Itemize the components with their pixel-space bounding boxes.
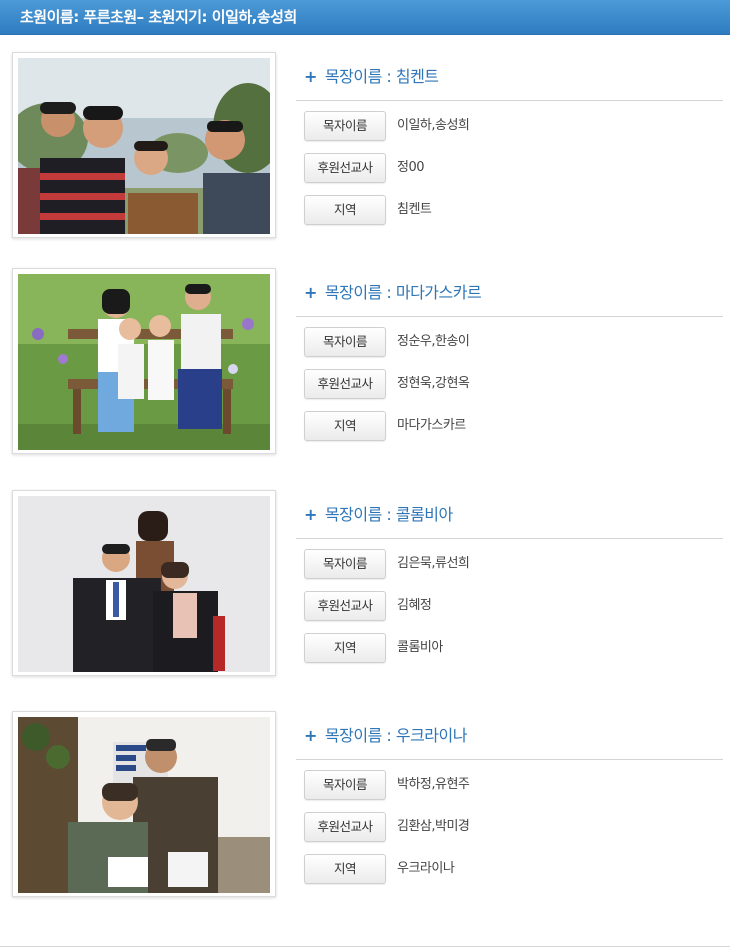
family-photo-icon — [18, 274, 270, 450]
cell-photo[interactable] — [12, 711, 276, 897]
missionary-tag: 후원선교사 — [304, 153, 386, 183]
region-value: 마다가스카르 — [397, 418, 466, 433]
plus-icon: + — [304, 726, 317, 745]
cell-info: + 목장이름 : 마다가스카르 목자이름 정순우,한송이 후원선교사 정현욱,강현… — [296, 268, 723, 441]
family-photo-icon — [18, 496, 270, 672]
cell-title: + 목장이름 : 침켄트 — [296, 52, 723, 101]
header-title: 초원이름: 푸른초원– 초원지기: 이일하,송성희 — [20, 8, 297, 26]
region-value: 콜롬비아 — [397, 640, 443, 655]
cell-info: + 목장이름 : 침켄트 목자이름 이일하,송성희 후원선교사 정00 지역 침켄… — [296, 52, 723, 225]
cell-entry: + 목장이름 : 콜롬비아 목자이름 김은묵,류선희 후원선교사 김혜정 지역 콜… — [0, 490, 730, 680]
pastor-tag: 목자이름 — [304, 770, 386, 800]
missionary-tag: 후원선교사 — [304, 812, 386, 842]
cell-title-prefix: 목장이름 — [324, 726, 382, 745]
region-value: 우크라이나 — [397, 861, 455, 876]
cell-title: + 목장이름 : 우크라이나 — [296, 711, 723, 760]
cell-title-prefix: 목장이름 — [324, 505, 382, 524]
region-tag: 지역 — [304, 411, 386, 441]
page-header: 초원이름: 푸른초원– 초원지기: 이일하,송성희 — [0, 0, 730, 35]
cell-title: + 목장이름 : 마다가스카르 — [296, 268, 723, 317]
region-value: 침켄트 — [397, 202, 432, 217]
cell-title: + 목장이름 : 콜롬비아 — [296, 490, 723, 539]
cell-entry: + 목장이름 : 우크라이나 목자이름 박하정,유현주 후원선교사 김환삼,박미경… — [0, 711, 730, 901]
plus-icon: + — [304, 505, 317, 524]
region-tag: 지역 — [304, 633, 386, 663]
missionary-tag: 후원선교사 — [304, 591, 386, 621]
cell-info: + 목장이름 : 콜롬비아 목자이름 김은묵,류선희 후원선교사 김혜정 지역 콜… — [296, 490, 723, 663]
cell-entry: + 목장이름 : 침켄트 목자이름 이일하,송성희 후원선교사 정00 지역 침켄… — [0, 52, 730, 242]
couple-photo-icon — [18, 717, 270, 893]
cell-photo[interactable] — [12, 268, 276, 454]
region-tag: 지역 — [304, 195, 386, 225]
cell-title-name: 콜롬비아 — [395, 505, 453, 524]
missionary-value: 정00 — [397, 160, 425, 175]
pastor-value: 이일하,송성희 — [397, 118, 470, 133]
pastor-tag: 목자이름 — [304, 327, 386, 357]
plus-icon: + — [304, 283, 317, 302]
family-photo-icon — [18, 58, 270, 234]
cell-title-name: 침켄트 — [395, 67, 439, 86]
missionary-value: 정현욱,강현옥 — [397, 376, 470, 391]
pastor-tag: 목자이름 — [304, 111, 386, 141]
missionary-value: 김혜정 — [397, 598, 432, 613]
cell-title-prefix: 목장이름 — [324, 67, 382, 86]
cell-entry: + 목장이름 : 마다가스카르 목자이름 정순우,한송이 후원선교사 정현욱,강현… — [0, 268, 730, 458]
cell-photo[interactable] — [12, 52, 276, 238]
cell-info: + 목장이름 : 우크라이나 목자이름 박하정,유현주 후원선교사 김환삼,박미경… — [296, 711, 723, 884]
cell-title-name: 우크라이나 — [395, 726, 468, 745]
missionary-value: 김환삼,박미경 — [397, 819, 470, 834]
region-tag: 지역 — [304, 854, 386, 884]
pastor-tag: 목자이름 — [304, 549, 386, 579]
bottom-divider — [0, 946, 730, 947]
plus-icon: + — [304, 67, 317, 86]
missionary-tag: 후원선교사 — [304, 369, 386, 399]
pastor-value: 정순우,한송이 — [397, 334, 470, 349]
cell-title-prefix: 목장이름 — [324, 283, 382, 302]
cell-photo[interactable] — [12, 490, 276, 676]
pastor-value: 김은묵,류선희 — [397, 556, 470, 571]
cell-title-name: 마다가스카르 — [395, 283, 482, 302]
pastor-value: 박하정,유현주 — [397, 777, 470, 792]
